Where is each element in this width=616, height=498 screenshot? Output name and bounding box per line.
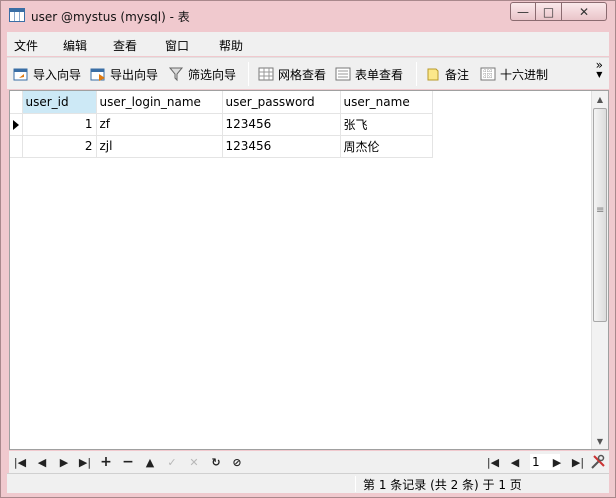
import-icon bbox=[13, 66, 29, 82]
filter-wizard-label: 筛选向导 bbox=[188, 67, 237, 82]
cell-user-name[interactable]: 周杰伦 bbox=[340, 135, 433, 158]
column-header-user-login-name[interactable]: user_login_name bbox=[96, 91, 223, 114]
window-controls: — □ ✕ bbox=[510, 2, 607, 21]
title-bar: user @mystus (mysql) - 表 — □ ✕ bbox=[1, 1, 615, 31]
close-button[interactable]: ✕ bbox=[562, 2, 607, 21]
column-header-user-password[interactable]: user_password bbox=[222, 91, 341, 114]
export-wizard-button[interactable]: 导出向导 bbox=[90, 64, 158, 84]
toolbar: 导入向导 导出向导 筛选向导 网格查看 表单查看 备注 十六进制 » ▼ bbox=[7, 57, 609, 89]
cell-user-id[interactable]: 2 bbox=[22, 135, 97, 158]
export-wizard-label: 导出向导 bbox=[110, 67, 159, 82]
cell-user-login-name[interactable]: zjl bbox=[96, 135, 223, 158]
hex-icon bbox=[480, 66, 496, 82]
minimize-icon: — bbox=[517, 4, 529, 19]
form-icon bbox=[335, 66, 351, 82]
delete-record-icon[interactable]: − bbox=[119, 453, 137, 471]
grid-view-label: 网格查看 bbox=[278, 67, 327, 82]
prev-record-icon[interactable]: ◀ bbox=[33, 453, 51, 471]
refresh-icon[interactable]: ↻ bbox=[207, 453, 225, 471]
corner-cell bbox=[10, 91, 23, 114]
minimize-button[interactable]: — bbox=[510, 2, 536, 21]
column-header-user-id[interactable]: user_id bbox=[22, 91, 97, 114]
toolbar-separator bbox=[248, 62, 249, 86]
hex-label: 十六进制 bbox=[500, 67, 549, 82]
cell-user-id[interactable]: 1 bbox=[22, 113, 97, 136]
header-row: user_id user_login_name user_password us… bbox=[10, 91, 433, 114]
import-wizard-label: 导入向导 bbox=[33, 67, 82, 82]
scroll-down-icon[interactable]: ▼ bbox=[592, 433, 608, 449]
column-header-user-name[interactable]: user_name bbox=[340, 91, 433, 114]
memo-button[interactable]: 备注 bbox=[425, 64, 469, 84]
scroll-up-icon[interactable]: ▲ bbox=[592, 91, 608, 107]
record-status-text: 第 1 条记录 (共 2 条) 于 1 页 bbox=[363, 478, 522, 492]
data-grid[interactable]: user_id user_login_name user_password us… bbox=[9, 90, 609, 450]
form-view-label: 表单查看 bbox=[355, 67, 404, 82]
import-wizard-button[interactable]: 导入向导 bbox=[13, 64, 81, 84]
table-row[interactable]: 2 zjl 123456 周杰伦 bbox=[10, 135, 433, 158]
grid-icon bbox=[258, 66, 274, 82]
apply-changes-icon: ✓ bbox=[167, 455, 177, 469]
move-up-icon[interactable]: ▲ bbox=[141, 453, 159, 471]
memo-label: 备注 bbox=[445, 67, 470, 82]
last-page-icon[interactable]: ▶| bbox=[569, 453, 587, 471]
current-row-indicator-icon[interactable] bbox=[10, 113, 23, 136]
stop-icon[interactable]: ⊘ bbox=[228, 453, 246, 471]
menu-edit[interactable]: 编辑 bbox=[63, 37, 87, 54]
maximize-icon: □ bbox=[542, 4, 555, 19]
settings-tools-icon[interactable] bbox=[589, 453, 607, 471]
scroll-thumb[interactable] bbox=[593, 108, 607, 322]
first-record-icon[interactable]: |◀ bbox=[11, 453, 29, 471]
first-page-icon[interactable]: |◀ bbox=[484, 453, 502, 471]
next-record-icon[interactable]: ▶ bbox=[55, 453, 73, 471]
next-page-icon[interactable]: ▶ bbox=[548, 453, 566, 471]
grid-table: user_id user_login_name user_password us… bbox=[10, 91, 433, 158]
maximize-button[interactable]: □ bbox=[536, 2, 562, 21]
export-icon bbox=[90, 66, 106, 82]
table-row[interactable]: 1 zf 123456 张飞 bbox=[10, 113, 433, 136]
add-record-icon[interactable]: + bbox=[97, 453, 115, 471]
status-separator bbox=[355, 476, 356, 492]
discard-changes-icon: ✕ bbox=[189, 455, 199, 469]
menu-file[interactable]: 文件 bbox=[14, 37, 38, 54]
filter-icon bbox=[168, 66, 184, 82]
vertical-scrollbar[interactable]: ▲ ▼ bbox=[591, 91, 608, 449]
chevron-right-double-icon: » bbox=[595, 58, 603, 72]
hex-button[interactable]: 十六进制 bbox=[480, 64, 548, 84]
menu-bar: 文件 编辑 查看 窗口 帮助 bbox=[7, 32, 609, 56]
table-icon bbox=[9, 8, 25, 22]
menu-view[interactable]: 查看 bbox=[113, 37, 137, 54]
prev-page-icon[interactable]: ◀ bbox=[506, 453, 524, 471]
record-navigation-bar: |◀ ◀ ▶ ▶| + − ▲ ✓ ✕ ↻ ⊘ |◀ ◀ 1 ▶ ▶| bbox=[9, 451, 609, 473]
table-window: user @mystus (mysql) - 表 — □ ✕ 文件 编辑 查看 … bbox=[0, 0, 616, 498]
status-bar: 第 1 条记录 (共 2 条) 于 1 页 bbox=[7, 473, 609, 493]
toolbar-separator bbox=[416, 62, 417, 86]
close-icon: ✕ bbox=[578, 4, 590, 19]
row-selector[interactable] bbox=[10, 135, 23, 158]
cell-user-password[interactable]: 123456 bbox=[222, 113, 341, 136]
menu-help[interactable]: 帮助 bbox=[219, 37, 243, 54]
menu-window[interactable]: 窗口 bbox=[165, 37, 189, 54]
form-view-button[interactable]: 表单查看 bbox=[335, 64, 403, 84]
cell-user-login-name[interactable]: zf bbox=[96, 113, 223, 136]
chevron-down-icon: ▼ bbox=[596, 70, 603, 79]
memo-icon bbox=[425, 66, 441, 82]
cell-user-name[interactable]: 张飞 bbox=[340, 113, 433, 136]
toolbar-overflow-button[interactable]: » ▼ bbox=[595, 58, 603, 80]
filter-wizard-button[interactable]: 筛选向导 bbox=[168, 64, 236, 84]
grid-view-button[interactable]: 网格查看 bbox=[258, 64, 326, 84]
cell-user-password[interactable]: 123456 bbox=[222, 135, 341, 158]
window-title: user @mystus (mysql) - 表 bbox=[31, 10, 190, 24]
last-record-icon[interactable]: ▶| bbox=[76, 453, 94, 471]
